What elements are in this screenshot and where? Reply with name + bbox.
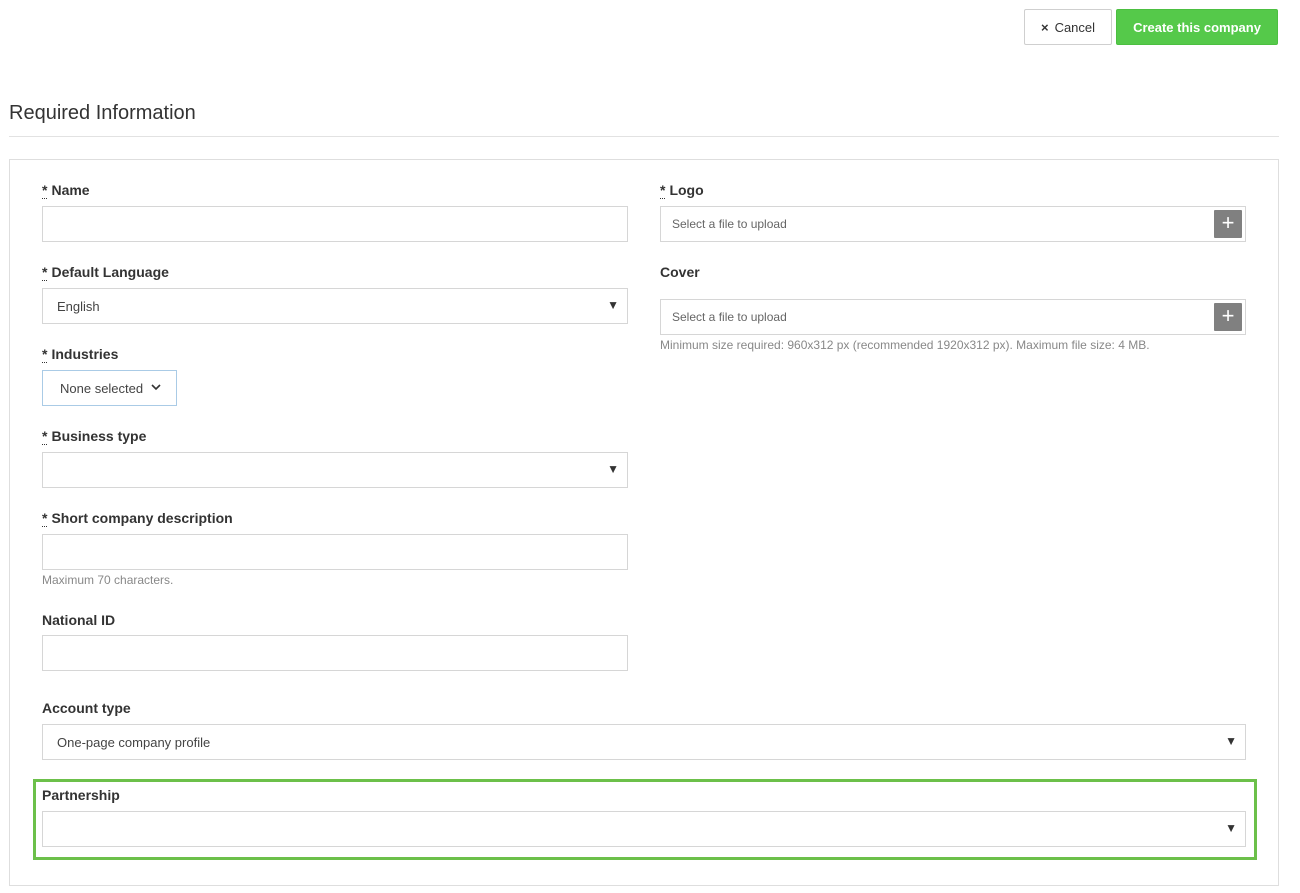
toolbar: × Cancel Create this company bbox=[1024, 9, 1278, 45]
industries-label: * Industries bbox=[42, 346, 119, 363]
required-marker: * bbox=[42, 182, 48, 199]
chevron-down-icon bbox=[151, 383, 161, 394]
name-label: * Name bbox=[42, 182, 90, 199]
required-marker: * bbox=[660, 182, 666, 199]
logo-label: * Logo bbox=[660, 182, 704, 199]
name-input[interactable] bbox=[42, 206, 628, 242]
national-id-label: National ID bbox=[42, 612, 116, 628]
short-description-input[interactable] bbox=[42, 534, 628, 570]
cover-placeholder: Select a file to upload bbox=[672, 310, 787, 324]
cover-file-input[interactable]: Select a file to upload + bbox=[660, 299, 1246, 335]
industries-value: None selected bbox=[60, 380, 144, 396]
add-logo-icon[interactable]: + bbox=[1214, 210, 1242, 238]
cover-hint: Minimum size required: 960x312 px (recom… bbox=[660, 338, 1150, 352]
add-cover-icon[interactable]: + bbox=[1214, 303, 1242, 331]
logo-file-input[interactable]: Select a file to upload + bbox=[660, 206, 1246, 242]
default-language-select[interactable]: English ▼ bbox=[42, 288, 628, 324]
short-description-label: * Short company description bbox=[42, 510, 233, 527]
cancel-button[interactable]: × Cancel bbox=[1024, 9, 1112, 45]
account-type-select[interactable]: One-page company profile ▼ bbox=[42, 724, 1246, 760]
cancel-label: Cancel bbox=[1054, 19, 1096, 35]
section-divider bbox=[9, 136, 1279, 137]
logo-placeholder: Select a file to upload bbox=[672, 217, 787, 231]
required-marker: * bbox=[42, 346, 48, 363]
dropdown-arrow-icon: ▼ bbox=[1225, 821, 1237, 835]
partnership-label: Partnership bbox=[42, 787, 120, 803]
close-icon: × bbox=[1040, 19, 1049, 35]
short-description-hint: Maximum 70 characters. bbox=[42, 573, 174, 587]
section-title: Required Information bbox=[9, 102, 196, 124]
account-type-label: Account type bbox=[42, 700, 131, 716]
create-company-button[interactable]: Create this company bbox=[1116, 9, 1278, 45]
national-id-input[interactable] bbox=[42, 635, 628, 671]
partnership-select[interactable]: ▼ bbox=[42, 811, 1246, 847]
account-type-value: One-page company profile bbox=[57, 734, 211, 750]
dropdown-arrow-icon: ▼ bbox=[607, 462, 619, 476]
required-marker: * bbox=[42, 264, 48, 281]
default-language-label: * Default Language bbox=[42, 264, 169, 281]
cover-label: Cover bbox=[660, 264, 700, 280]
dropdown-arrow-icon: ▼ bbox=[1225, 734, 1237, 748]
dropdown-arrow-icon: ▼ bbox=[607, 298, 619, 312]
business-type-label: * Business type bbox=[42, 428, 147, 445]
business-type-select[interactable]: ▼ bbox=[42, 452, 628, 488]
required-marker: * bbox=[42, 510, 48, 527]
default-language-value: English bbox=[57, 298, 100, 314]
required-marker: * bbox=[42, 428, 48, 445]
industries-multiselect[interactable]: None selected bbox=[42, 370, 177, 406]
